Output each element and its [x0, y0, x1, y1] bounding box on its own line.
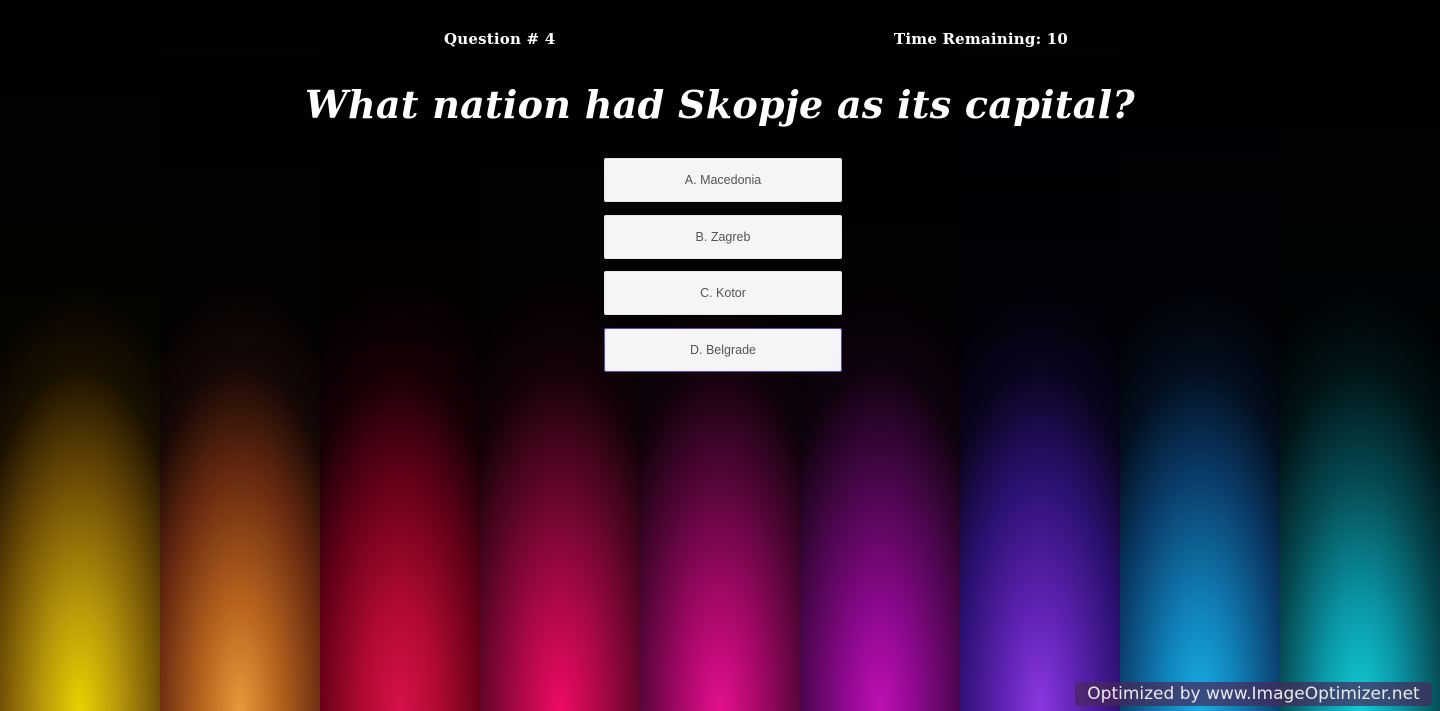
watermark-badge: Optimized by www.ImageOptimizer.net [1075, 682, 1432, 706]
time-remaining: Time Remaining: 10 [894, 30, 1069, 48]
question-number: Question # 4 [444, 30, 556, 48]
answer-list: A. Macedonia B. Zagreb C. Kotor D. Belgr… [604, 158, 842, 384]
answer-button-c[interactable]: C. Kotor [604, 271, 842, 315]
answer-button-b[interactable]: B. Zagreb [604, 214, 842, 259]
quiz-page: Question # 4 Time Remaining: 10 What nat… [0, 0, 1440, 711]
question-text: What nation had Skopje as its capital? [305, 82, 1135, 127]
answer-button-d[interactable]: D. Belgrade [604, 327, 842, 372]
answer-button-a[interactable]: A. Macedonia [604, 158, 842, 202]
